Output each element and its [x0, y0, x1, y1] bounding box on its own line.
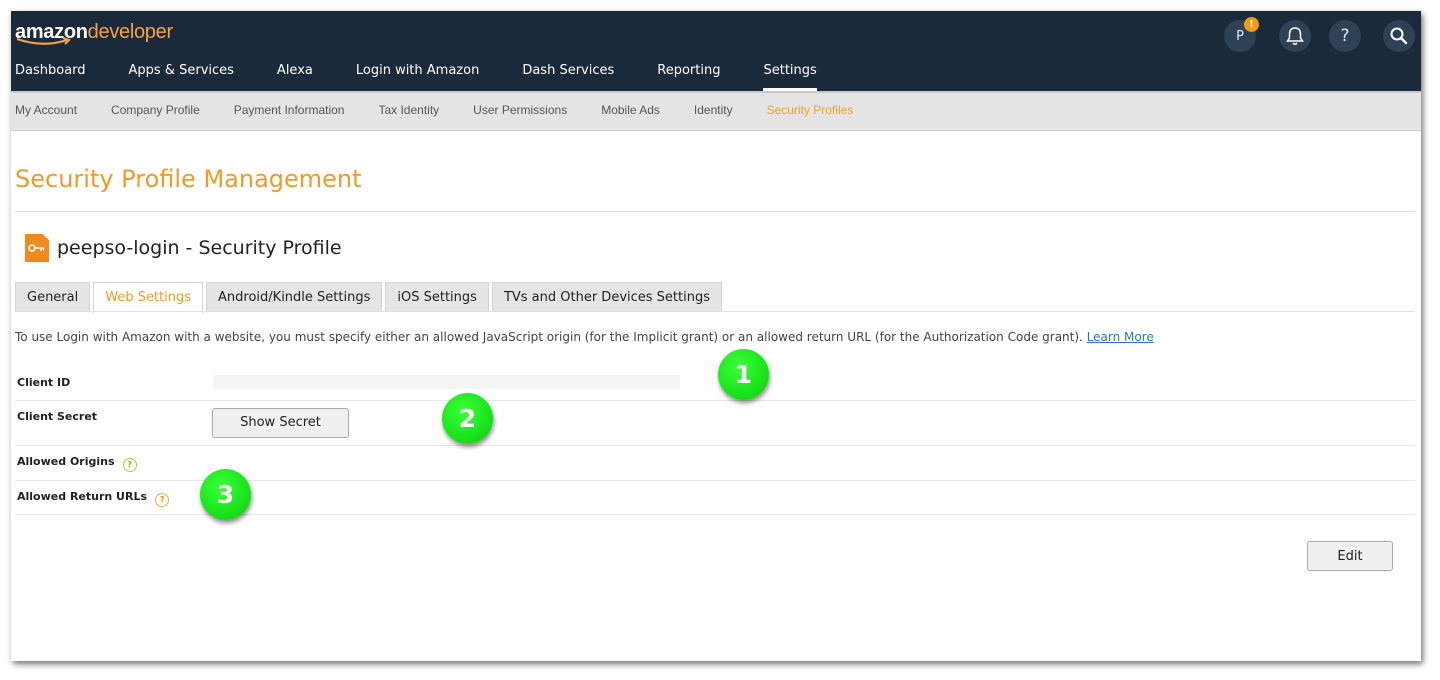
annotation-marker-2: 2: [442, 393, 493, 444]
avatar[interactable]: P !: [1224, 17, 1259, 52]
subnav-company-profile[interactable]: Company Profile: [111, 103, 200, 117]
allowed-origins-row: Allowed Origins?: [17, 455, 137, 472]
client-id-value: [213, 375, 680, 389]
tab-android-kindle-settings[interactable]: Android/Kindle Settings: [206, 282, 383, 312]
magnifier-icon: [1390, 27, 1408, 45]
title-divider: [15, 211, 1415, 212]
notifications-bell-icon[interactable]: [1279, 20, 1311, 52]
help-glyph: ?: [1340, 26, 1350, 46]
top-header: amazondeveloper Dashboard Apps & Service…: [11, 11, 1421, 91]
security-key-icon: [25, 234, 49, 262]
intro-text: To use Login with Amazon with a website,…: [15, 330, 1083, 344]
web-settings-intro: To use Login with Amazon with a website,…: [15, 330, 1154, 344]
subnav-my-account[interactable]: My Account: [15, 103, 77, 117]
subnav-tax-identity[interactable]: Tax Identity: [378, 103, 439, 117]
subnav-payment-information[interactable]: Payment Information: [234, 103, 345, 117]
client-id-label: Client ID: [17, 376, 71, 389]
nav-dash-services[interactable]: Dash Services: [522, 62, 614, 91]
tab-ios-settings[interactable]: iOS Settings: [385, 282, 489, 312]
avatar-initial: P: [1236, 28, 1244, 44]
subnav-mobile-ads[interactable]: Mobile Ads: [601, 103, 660, 117]
nav-settings[interactable]: Settings: [763, 62, 818, 91]
allowed-return-urls-help-icon[interactable]: ?: [155, 493, 170, 507]
tab-tvs-other-devices-settings[interactable]: TVs and Other Devices Settings: [491, 282, 722, 312]
client-secret-label: Client Secret: [17, 410, 98, 423]
logo-product: developer: [87, 21, 173, 43]
nav-alexa[interactable]: Alexa: [277, 62, 313, 91]
logo-smile-icon: [16, 37, 71, 45]
nav-apps-services[interactable]: Apps & Services: [129, 62, 234, 91]
allowed-return-urls-label: Allowed Return URLs: [17, 490, 148, 503]
tabs-divider: [15, 311, 1415, 312]
notification-badge: !: [1244, 17, 1259, 32]
help-icon[interactable]: ?: [1329, 20, 1361, 52]
profile-heading: peepso-login - Security Profile: [25, 234, 342, 262]
search-icon[interactable]: [1383, 20, 1415, 52]
row-divider: [15, 400, 1415, 401]
nav-login-with-amazon[interactable]: Login with Amazon: [356, 62, 479, 91]
tab-web-settings[interactable]: Web Settings: [93, 282, 204, 313]
subnav-security-profiles[interactable]: Security Profiles: [767, 103, 854, 117]
subnav-user-permissions[interactable]: User Permissions: [473, 103, 567, 117]
browser-viewport: amazondeveloper Dashboard Apps & Service…: [11, 11, 1421, 661]
learn-more-link[interactable]: Learn More: [1087, 330, 1154, 344]
nav-reporting[interactable]: Reporting: [657, 62, 720, 91]
allowed-return-urls-row: Allowed Return URLs?: [17, 490, 170, 507]
page-title: Security Profile Management: [15, 165, 362, 193]
main-nav: Dashboard Apps & Services Alexa Login wi…: [15, 62, 860, 91]
subnav-identity[interactable]: Identity: [694, 103, 733, 117]
edit-button[interactable]: Edit: [1307, 541, 1393, 571]
annotation-marker-1: 1: [718, 349, 769, 400]
annotation-marker-3: 3: [200, 469, 251, 520]
row-divider: [15, 445, 1415, 446]
show-secret-button[interactable]: Show Secret: [212, 408, 349, 438]
allowed-origins-help-icon[interactable]: ?: [122, 458, 137, 472]
tab-general[interactable]: General: [15, 282, 91, 312]
allowed-origins-label: Allowed Origins: [17, 455, 115, 468]
bell-icon: [1286, 27, 1304, 45]
nav-dashboard[interactable]: Dashboard: [15, 62, 86, 91]
settings-sub-nav: My Account Company Profile Payment Infor…: [11, 91, 1421, 131]
profile-title: peepso-login - Security Profile: [57, 237, 342, 259]
profile-tabs: General Web Settings Android/Kindle Sett…: [15, 282, 725, 313]
